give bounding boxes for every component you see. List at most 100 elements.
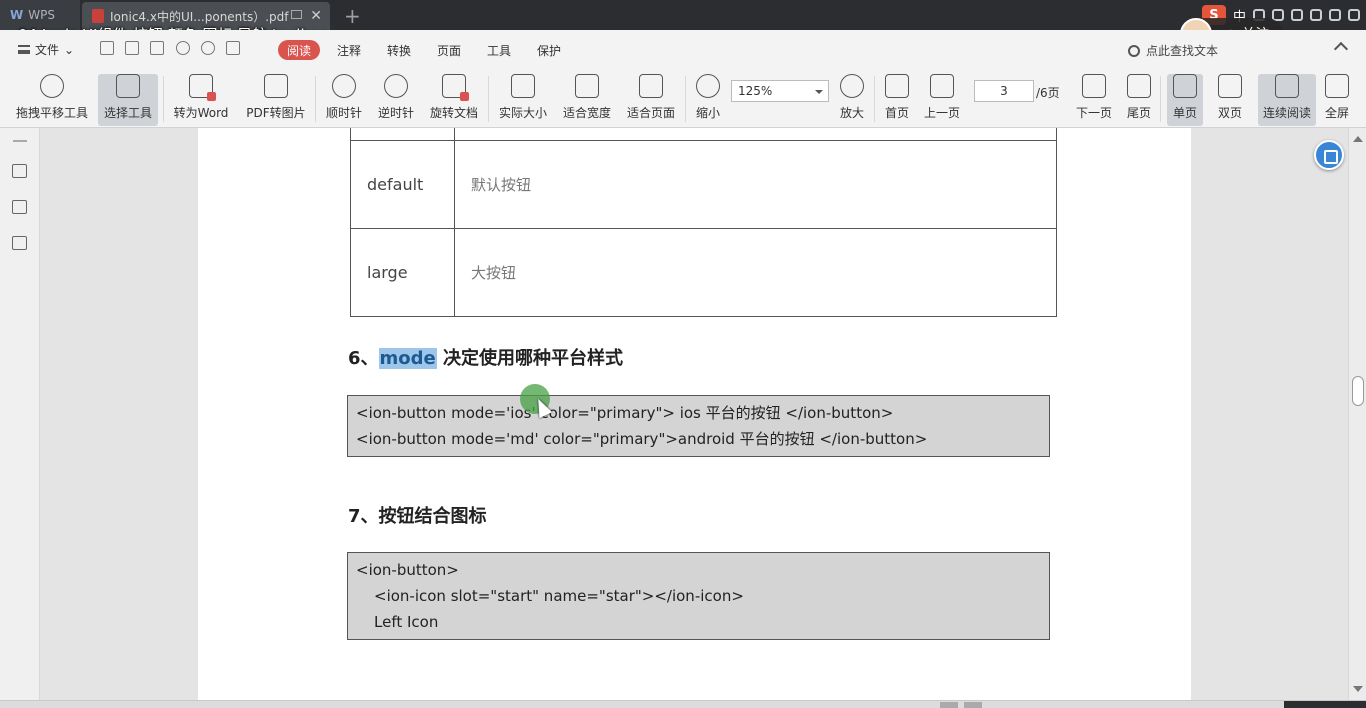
new-tab-button[interactable]: + <box>344 4 361 28</box>
zoom-out-button[interactable]: 缩小 <box>694 74 722 126</box>
keyboard-icon[interactable] <box>1310 9 1322 21</box>
fullscreen-label: 全屏 <box>1324 106 1349 120</box>
first-page-button[interactable]: 首页 <box>883 74 911 126</box>
zoom-level-value: 125% <box>738 84 773 98</box>
thumbnail-icon[interactable] <box>12 200 27 214</box>
single-page-label: 单页 <box>1172 106 1197 120</box>
close-tab-icon[interactable]: ✕ <box>310 8 322 24</box>
outline-icon[interactable] <box>12 164 27 178</box>
first-page-icon <box>885 74 909 98</box>
actual-size-button[interactable]: 实际大小 <box>497 74 549 126</box>
previous-page-button[interactable]: 上一页 <box>922 74 962 126</box>
tab-document-label: Ionic4.x中的UI...ponents）.pdf <box>110 9 289 24</box>
chevron-down-icon: ⌄ <box>64 42 75 57</box>
pan-tool-button[interactable]: 拖拽平移工具 <box>12 74 92 126</box>
tab-tools[interactable]: 工具 <box>487 42 511 59</box>
code-line: Left Icon <box>374 613 439 631</box>
rotate-counterclockwise-button[interactable]: 逆时针 <box>375 74 417 126</box>
signature-icon[interactable] <box>12 236 27 250</box>
arrow-right-icon <box>1082 74 1106 98</box>
last-page-icon <box>1127 74 1151 98</box>
view-mode-icon[interactable] <box>964 702 982 708</box>
left-sidebar <box>0 128 40 700</box>
size-table: default 默认按钮 large 大按钮 <box>350 128 1057 317</box>
status-bar <box>0 700 1366 708</box>
continuous-reading-icon <box>1275 74 1299 98</box>
pdf-to-image-button[interactable]: PDF转图片 <box>244 74 308 126</box>
fit-width-button[interactable]: 适合宽度 <box>561 74 613 126</box>
zoom-in-label: 放大 <box>839 106 864 120</box>
last-page-button[interactable]: 尾页 <box>1125 74 1153 126</box>
scrollbar-thumb[interactable] <box>1352 376 1364 406</box>
code-line: <ion-button mode='ios' color="primary"> … <box>356 404 894 422</box>
select-tool-label: 选择工具 <box>103 106 152 120</box>
table-cell-value: 大按钮 <box>454 227 1057 317</box>
fit-page-icon <box>639 74 663 98</box>
tab-page[interactable]: 页面 <box>437 42 461 59</box>
single-page-icon <box>1173 74 1197 98</box>
actual-size-label: 实际大小 <box>498 106 547 120</box>
toolbar-divider <box>315 76 316 122</box>
single-page-button[interactable]: 单页 <box>1167 74 1203 126</box>
rotate-clockwise-icon <box>332 74 356 98</box>
last-page-label: 尾页 <box>1126 106 1151 120</box>
sidebar-handle[interactable] <box>13 140 27 142</box>
word-convert-icon <box>189 74 216 101</box>
tab-protect[interactable]: 保护 <box>537 42 561 59</box>
redo-icon[interactable] <box>201 41 215 55</box>
save-icon[interactable] <box>125 41 139 55</box>
rotate-clockwise-button[interactable]: 顺时针 <box>323 74 365 126</box>
document-canvas[interactable]: default 默认按钮 large 大按钮 6、mode 决定使用哪种平台样式… <box>40 128 1348 700</box>
floating-translate-button[interactable] <box>1314 140 1344 170</box>
to-word-button[interactable]: 转为Word <box>170 74 232 126</box>
scroll-down-icon[interactable] <box>1353 686 1363 692</box>
toolbar-divider <box>1160 76 1161 122</box>
next-page-button[interactable]: 下一页 <box>1074 74 1114 126</box>
search-hint: 点此查找文本 <box>1146 44 1219 58</box>
scroll-up-icon[interactable] <box>1353 136 1363 142</box>
continuous-reading-button[interactable]: 连续阅读 <box>1258 74 1316 126</box>
tab-convert[interactable]: 转换 <box>387 42 411 59</box>
skin-icon[interactable] <box>1329 9 1341 21</box>
rotate-document-button[interactable]: 旋转文档 <box>428 74 480 126</box>
tab-read[interactable]: 阅读 <box>278 40 320 60</box>
zoom-out-icon <box>696 74 720 98</box>
rotate-clockwise-label: 顺时针 <box>325 106 362 120</box>
next-page-label: 下一页 <box>1075 106 1112 120</box>
double-page-label: 双页 <box>1217 106 1242 120</box>
pdf-to-image-label: PDF转图片 <box>246 106 306 120</box>
double-page-button[interactable]: 双页 <box>1210 74 1250 126</box>
toolbox-icon[interactable] <box>1348 9 1360 21</box>
table-cell-key: large <box>350 227 455 317</box>
hamburger-icon <box>18 45 30 54</box>
vertical-scrollbar[interactable] <box>1348 128 1366 700</box>
undo-icon[interactable] <box>176 41 190 55</box>
view-mode-icon[interactable] <box>940 702 958 708</box>
microphone-icon[interactable] <box>1291 9 1303 21</box>
highlighted-keyword: mode <box>378 348 437 369</box>
open-folder-icon[interactable] <box>100 41 114 55</box>
zoom-in-button[interactable]: 放大 <box>838 74 866 126</box>
tab-annotate[interactable]: 注释 <box>337 42 361 59</box>
toolbar-divider <box>488 76 489 122</box>
window-icon[interactable] <box>291 10 302 19</box>
export-icon[interactable] <box>226 41 240 55</box>
select-tool-button[interactable]: 选择工具 <box>98 74 158 126</box>
previous-page-label: 上一页 <box>923 106 960 120</box>
fit-page-label: 适合页面 <box>626 106 675 120</box>
collapse-ribbon-icon[interactable] <box>1333 41 1349 57</box>
fit-page-button[interactable]: 适合页面 <box>625 74 677 126</box>
page-number-input[interactable]: 3 <box>974 80 1034 102</box>
fullscreen-button[interactable]: 全屏 <box>1322 74 1352 126</box>
first-page-label: 首页 <box>884 106 909 120</box>
print-icon[interactable] <box>150 41 164 55</box>
code-line: <ion-icon slot="start" name="star"></ion… <box>374 587 744 605</box>
section-6-heading: 6、mode 决定使用哪种平台样式 <box>348 344 623 370</box>
chevron-down-icon <box>815 90 823 94</box>
find-text-search[interactable]: 点此查找文本 <box>1128 42 1218 59</box>
pdf-page: default 默认按钮 large 大按钮 6、mode 决定使用哪种平台样式… <box>198 128 1191 700</box>
ribbon-toolbar: 拖拽平移工具 选择工具 转为Word PDF转图片 顺时针 逆时针 旋转文档 实… <box>0 68 1366 128</box>
zoom-level-select[interactable]: 125% <box>731 80 829 102</box>
code-line: <ion-button> <box>356 561 459 579</box>
file-menu[interactable]: 文件 ⌄ <box>18 41 74 58</box>
